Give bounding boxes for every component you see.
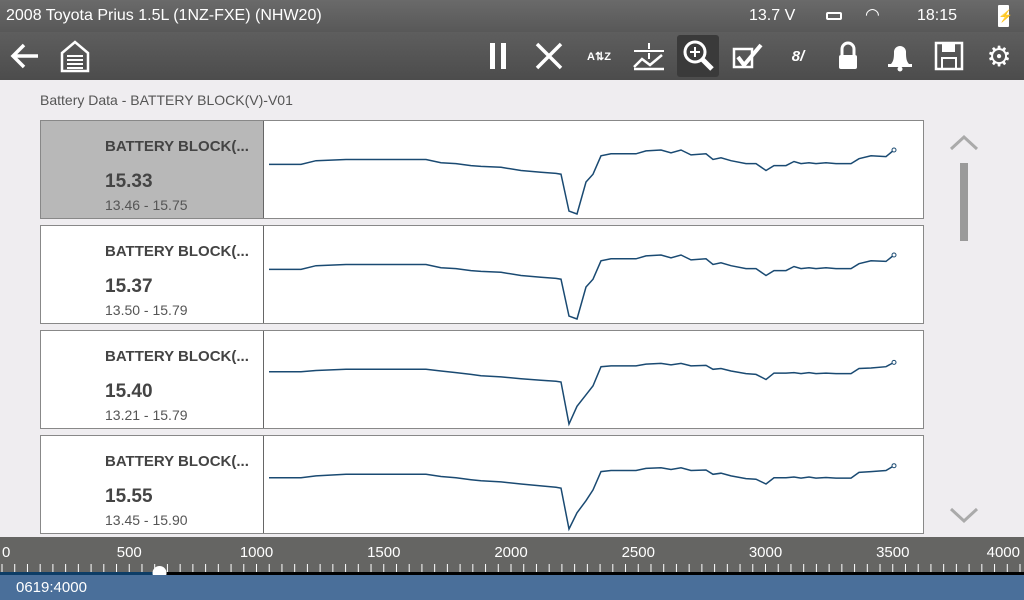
toolbar: A⇅Z 8/ ⚙ <box>0 32 1024 80</box>
parameter-name: BATTERY BLOCK(... <box>105 348 249 365</box>
page-title: Battery Data - BATTERY BLOCK(V)-V01 <box>40 92 293 108</box>
tick-label: 3500 <box>876 544 909 561</box>
parameter-range: 13.21 - 15.79 <box>105 407 188 423</box>
parameter-value: 15.33 <box>105 171 153 192</box>
data-panel[interactable]: BATTERY BLOCK(... 15.33 13.46 - 15.75 <box>40 120 924 219</box>
panel-label-area[interactable]: BATTERY BLOCK(... 15.40 13.21 - 15.79 <box>41 331 264 428</box>
data-panel[interactable]: BATTERY BLOCK(... 15.55 13.45 - 15.90 <box>40 435 924 534</box>
scroll-down-icon[interactable] <box>948 505 980 530</box>
series-line <box>269 149 895 215</box>
graph <box>269 147 897 215</box>
panel-label-area[interactable]: BATTERY BLOCK(... 15.55 13.45 - 15.90 <box>41 436 264 533</box>
tick-label: 2000 <box>494 544 527 561</box>
parameter-range: 13.50 - 15.79 <box>105 302 188 318</box>
timeline-footer: 0619:4000 <box>0 575 1024 600</box>
pause-icon[interactable] <box>478 35 520 77</box>
graph <box>269 463 897 532</box>
current-point <box>891 147 897 153</box>
parameter-value: 15.40 <box>105 381 153 402</box>
bell-icon[interactable] <box>879 35 921 77</box>
tick-label: 1500 <box>367 544 400 561</box>
clock: 18:15 <box>917 7 958 24</box>
parameter-name: BATTERY BLOCK(... <box>105 453 249 470</box>
parameter-range: 13.45 - 15.90 <box>105 512 188 528</box>
lock-icon[interactable] <box>827 35 869 77</box>
current-point <box>891 463 897 469</box>
panel-label-area[interactable]: BATTERY BLOCK(... 15.33 13.46 - 15.75 <box>41 121 264 218</box>
battery-voltage: 13.7 V <box>749 7 796 24</box>
close-icon[interactable] <box>528 35 570 77</box>
parameter-name: BATTERY BLOCK(... <box>105 138 249 155</box>
wifi-icon: ◠ <box>865 5 880 24</box>
battery-icon <box>826 12 842 20</box>
scrollbar-thumb[interactable] <box>960 163 968 241</box>
vehicle-title: 2008 Toyota Prius 1.5L (1NZ-FXE) (NHW20) <box>6 7 322 24</box>
current-point <box>891 252 897 258</box>
timeline-slider[interactable]: 0 500 1000 1500 2000 2500 3000 3500 4000 <box>0 537 1024 575</box>
tick-label: 0 <box>2 544 10 561</box>
graph <box>269 252 897 320</box>
graph <box>269 359 897 427</box>
tick-label: 500 <box>117 544 142 561</box>
series-line <box>269 361 895 427</box>
back-icon[interactable] <box>4 35 46 77</box>
tick-label: 2500 <box>622 544 655 561</box>
tick-label: 4000 <box>987 544 1020 561</box>
settings-icon[interactable]: ⚙ <box>978 35 1020 77</box>
series-line <box>269 465 895 532</box>
parameter-range: 13.46 - 15.75 <box>105 197 188 213</box>
data-panel[interactable]: BATTERY BLOCK(... 15.37 13.50 - 15.79 <box>40 225 924 324</box>
parameter-value: 15.55 <box>105 486 153 507</box>
home-icon[interactable] <box>54 35 96 77</box>
parameter-name: BATTERY BLOCK(... <box>105 243 249 260</box>
charging-icon: ⚡ <box>998 5 1013 27</box>
position-readout: 0619:4000 <box>16 579 87 596</box>
save-icon[interactable] <box>928 35 970 77</box>
units-icon[interactable]: 8/ <box>777 35 819 77</box>
data-panel[interactable]: BATTERY BLOCK(... 15.40 13.21 - 15.79 <box>40 330 924 429</box>
sort-icon[interactable]: A⇅Z <box>578 35 620 77</box>
tick-label: 3000 <box>749 544 782 561</box>
status-bar: 2008 Toyota Prius 1.5L (1NZ-FXE) (NHW20)… <box>0 0 1024 32</box>
current-point <box>891 359 897 365</box>
panel-label-area[interactable]: BATTERY BLOCK(... 15.37 13.50 - 15.79 <box>41 226 264 323</box>
checkmark-icon[interactable] <box>727 35 769 77</box>
zoom-icon[interactable] <box>677 35 719 77</box>
graph-scale-icon[interactable] <box>628 35 670 77</box>
tick-label: 1000 <box>240 544 273 561</box>
parameter-value: 15.37 <box>105 276 153 297</box>
scroll-up-icon[interactable] <box>948 133 980 158</box>
series-line <box>269 254 895 320</box>
